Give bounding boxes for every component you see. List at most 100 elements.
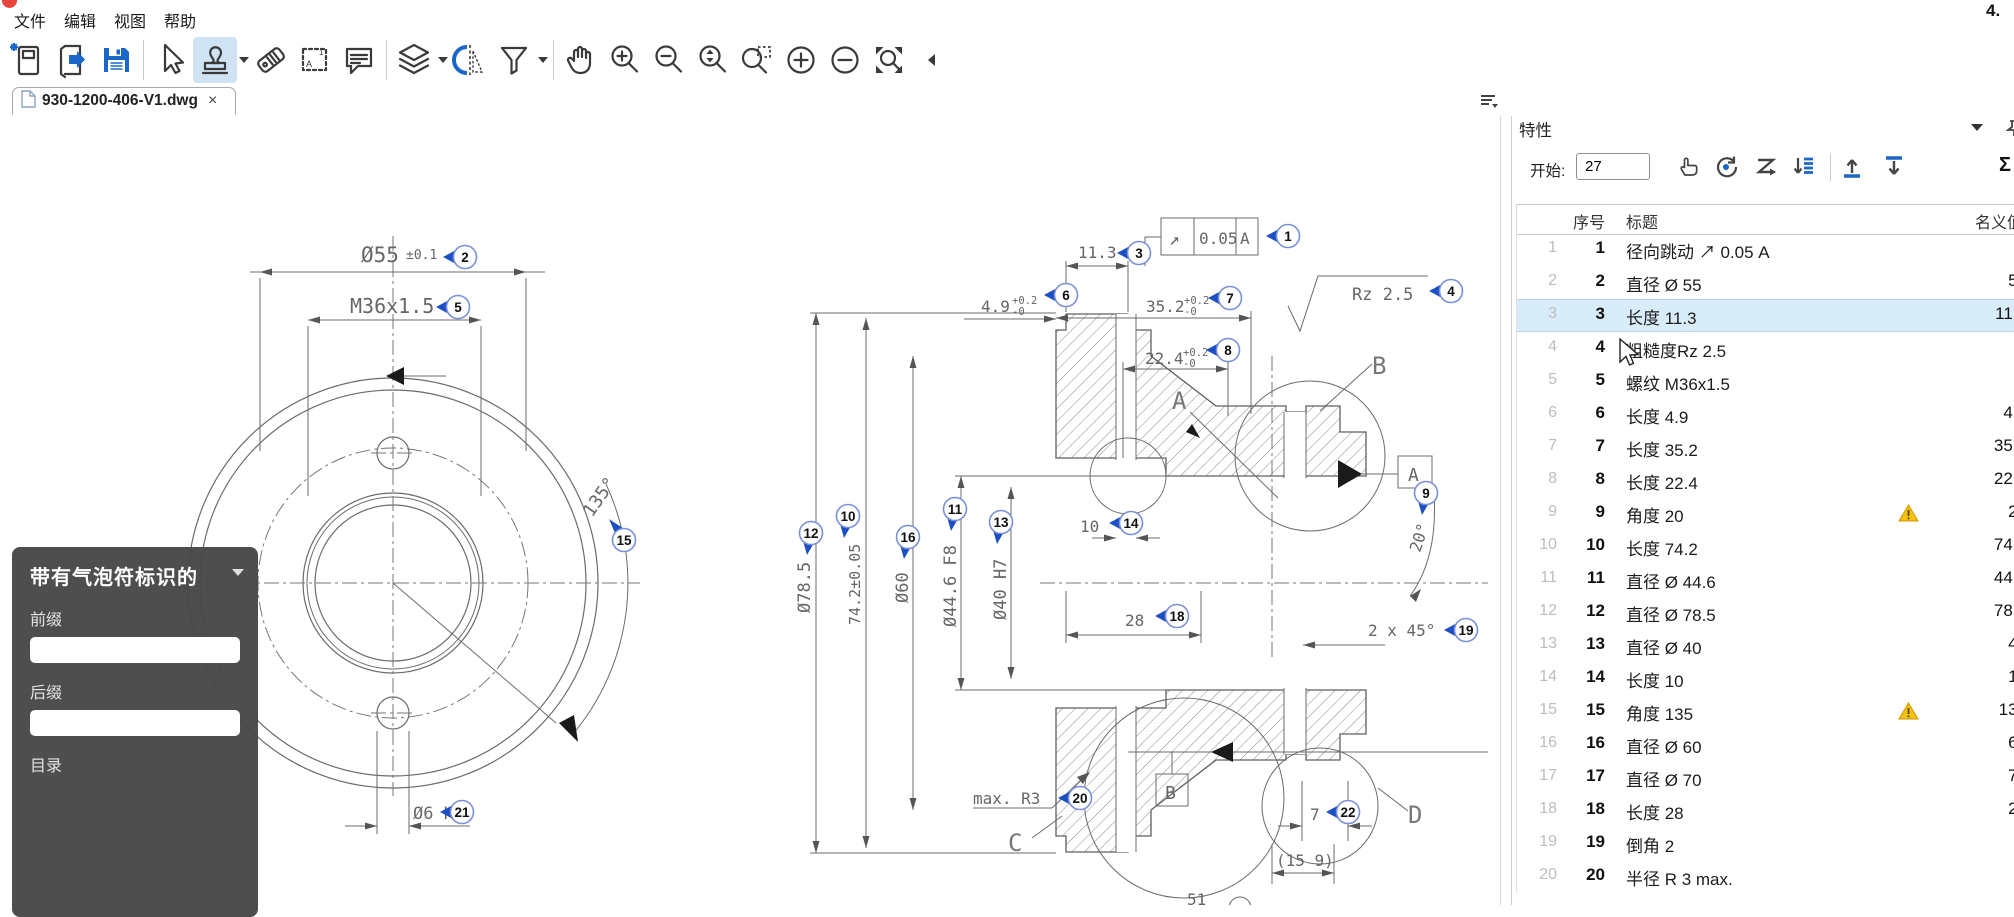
fcf-runout[interactable]: ↗ 0.05 A <box>1161 218 1258 255</box>
table-row[interactable]: 1010长度 74.274.2 <box>1517 530 2014 563</box>
dim-15-9[interactable]: (15 9) <box>1276 851 1334 870</box>
balloon-19[interactable]: 19 <box>1444 619 1478 642</box>
balloon-16[interactable]: 16 <box>897 526 920 560</box>
balloon-13[interactable]: 13 <box>990 511 1013 545</box>
tab-list-icon[interactable] <box>1478 91 1500 111</box>
filter-button[interactable] <box>492 37 536 83</box>
table-row[interactable]: 1616直径 Ø 6060 <box>1517 728 2014 761</box>
table-row[interactable]: 44粗糙度Rz 2.5 <box>1517 332 2014 365</box>
dim-135deg[interactable]: 135° <box>579 473 621 521</box>
zoom-out-button[interactable] <box>647 37 691 83</box>
dim-28[interactable]: 28 <box>1125 611 1144 630</box>
dim-51[interactable]: 51 <box>1187 890 1206 905</box>
zoom-in-button[interactable] <box>603 37 647 83</box>
reorder-z-icon[interactable] <box>1753 153 1785 181</box>
table-row[interactable]: 1212直径 Ø 78.578.5 <box>1517 596 2014 629</box>
new-document-button[interactable] <box>6 37 50 83</box>
table-row[interactable]: 77长度 35.235.2 <box>1517 431 2014 464</box>
menu-item-0[interactable]: 文件 <box>14 8 46 32</box>
dim-7[interactable]: 7 <box>1310 805 1320 824</box>
balloon-11[interactable]: 11 <box>944 498 967 532</box>
pan-hand-button[interactable] <box>559 37 603 83</box>
table-row[interactable]: 99角度 2020 <box>1517 497 2014 530</box>
balloon-6[interactable]: 6 <box>1044 284 1078 307</box>
table-row[interactable]: 1818长度 2828 <box>1517 794 2014 827</box>
dropdown-caret-icon[interactable] <box>538 57 548 63</box>
dim-10[interactable]: 10 <box>1080 517 1099 536</box>
dim-d78-5[interactable]: Ø78.5 <box>795 562 815 613</box>
flip-mirror-button[interactable] <box>448 37 492 83</box>
tag-button[interactable] <box>249 37 293 83</box>
dim-chamfer[interactable]: 2 x 45° <box>1368 621 1435 640</box>
select-cursor-button[interactable] <box>149 37 193 83</box>
table-row[interactable]: 1919倒角 22 <box>1517 827 2014 860</box>
dim-d40[interactable]: Ø40 H7 <box>991 559 1011 620</box>
tab-close-icon[interactable]: × <box>208 93 217 109</box>
table-row[interactable]: 1414长度 1010 <box>1517 662 2014 695</box>
move-bottom-icon[interactable] <box>1881 153 1913 181</box>
balloon-7[interactable]: 7 <box>1208 287 1242 310</box>
balloon-18[interactable]: 18 <box>1155 605 1189 628</box>
table-row[interactable]: 11径向跳动 ↗ 0.05 A <box>1517 233 2014 266</box>
panel-splitter[interactable] <box>1500 116 1512 905</box>
dim-rz[interactable]: Rz 2.5 <box>1352 285 1413 305</box>
balloon-5[interactable]: 5 <box>436 296 470 319</box>
decrease-button[interactable] <box>823 37 867 83</box>
balloon-4[interactable]: 4 <box>1429 280 1463 303</box>
capture-region-button[interactable]: A1 <box>293 37 337 83</box>
note-button[interactable] <box>337 37 381 83</box>
balloon-2[interactable]: 2 <box>443 246 477 269</box>
menu-item-2[interactable]: 视图 <box>114 8 146 32</box>
menu-item-1[interactable]: 编辑 <box>64 8 96 32</box>
table-row[interactable]: 1313直径 Ø 4040 <box>1517 629 2014 662</box>
balloon-3[interactable]: 3 <box>1117 242 1151 265</box>
dropdown-caret-icon[interactable] <box>438 57 448 63</box>
dim-r3[interactable]: max. R3 <box>973 789 1040 808</box>
prefix-input[interactable] <box>30 637 240 663</box>
chevron-down-icon[interactable] <box>232 569 244 576</box>
dropdown-caret-icon[interactable] <box>239 57 249 63</box>
start-number-input[interactable] <box>1576 153 1650 180</box>
balloon-14[interactable]: 14 <box>1109 512 1143 535</box>
save-button[interactable] <box>94 37 138 83</box>
col-header-title[interactable]: 标题 <box>1626 209 1658 233</box>
increase-button[interactable] <box>779 37 823 83</box>
dim-35-2[interactable]: 35.2 <box>1146 297 1185 316</box>
dim-11-3[interactable]: 11.3 <box>1078 243 1117 262</box>
zoom-extents-button[interactable] <box>691 37 735 83</box>
dim-d55[interactable]: Ø55 <box>361 243 399 267</box>
balloon-22[interactable]: 22 <box>1326 801 1360 824</box>
menu-item-3[interactable]: 帮助 <box>164 8 196 32</box>
sum-label[interactable]: Σ <box>1999 154 2011 177</box>
table-row[interactable]: 1717直径 Ø 7070 <box>1517 761 2014 794</box>
suffix-input[interactable] <box>30 710 240 736</box>
table-row[interactable]: 33长度 11.311.3 <box>1517 299 2014 332</box>
table-row[interactable]: 2020半径 R 3 max. <box>1517 860 2014 893</box>
balloon-12[interactable]: 12 <box>800 522 823 556</box>
dim-m36[interactable]: M36x1.5 <box>350 294 434 318</box>
sort-list-icon[interactable] <box>1790 153 1822 181</box>
table-row[interactable]: 66长度 4.94.9 <box>1517 398 2014 431</box>
chevron-down-icon[interactable] <box>1971 124 1983 131</box>
balloon-1[interactable]: 1 <box>1266 225 1300 248</box>
table-row[interactable]: 55螺纹 M36x1.5 <box>1517 365 2014 398</box>
balloon-8[interactable]: 8 <box>1206 339 1240 362</box>
overflow-caret-button[interactable] <box>911 37 955 83</box>
table-row[interactable]: 1111直径 Ø 44.644.6 <box>1517 563 2014 596</box>
pin-icon[interactable] <box>2004 118 2014 143</box>
dim-d60[interactable]: Ø60 <box>893 572 913 603</box>
table-row[interactable]: 1515角度 135135 <box>1517 695 2014 728</box>
dim-20deg[interactable]: 20° <box>1406 521 1433 554</box>
balloon-15[interactable]: 15 <box>609 519 636 552</box>
col-header-nominal[interactable]: 名义值 <box>1897 209 2014 233</box>
balloon-stamp-button[interactable] <box>193 37 237 83</box>
open-document-button[interactable] <box>50 37 94 83</box>
table-row[interactable]: 22直径 Ø 5555 <box>1517 266 2014 299</box>
zoom-fit-button[interactable] <box>867 37 911 83</box>
pick-hand-icon[interactable] <box>1675 153 1707 181</box>
move-top-icon[interactable] <box>1839 153 1871 181</box>
layers-button[interactable] <box>392 37 436 83</box>
col-header-no[interactable]: 序号 <box>1557 209 1605 233</box>
zoom-window-button[interactable] <box>735 37 779 83</box>
dim-4-9[interactable]: 4.9 <box>981 297 1010 316</box>
